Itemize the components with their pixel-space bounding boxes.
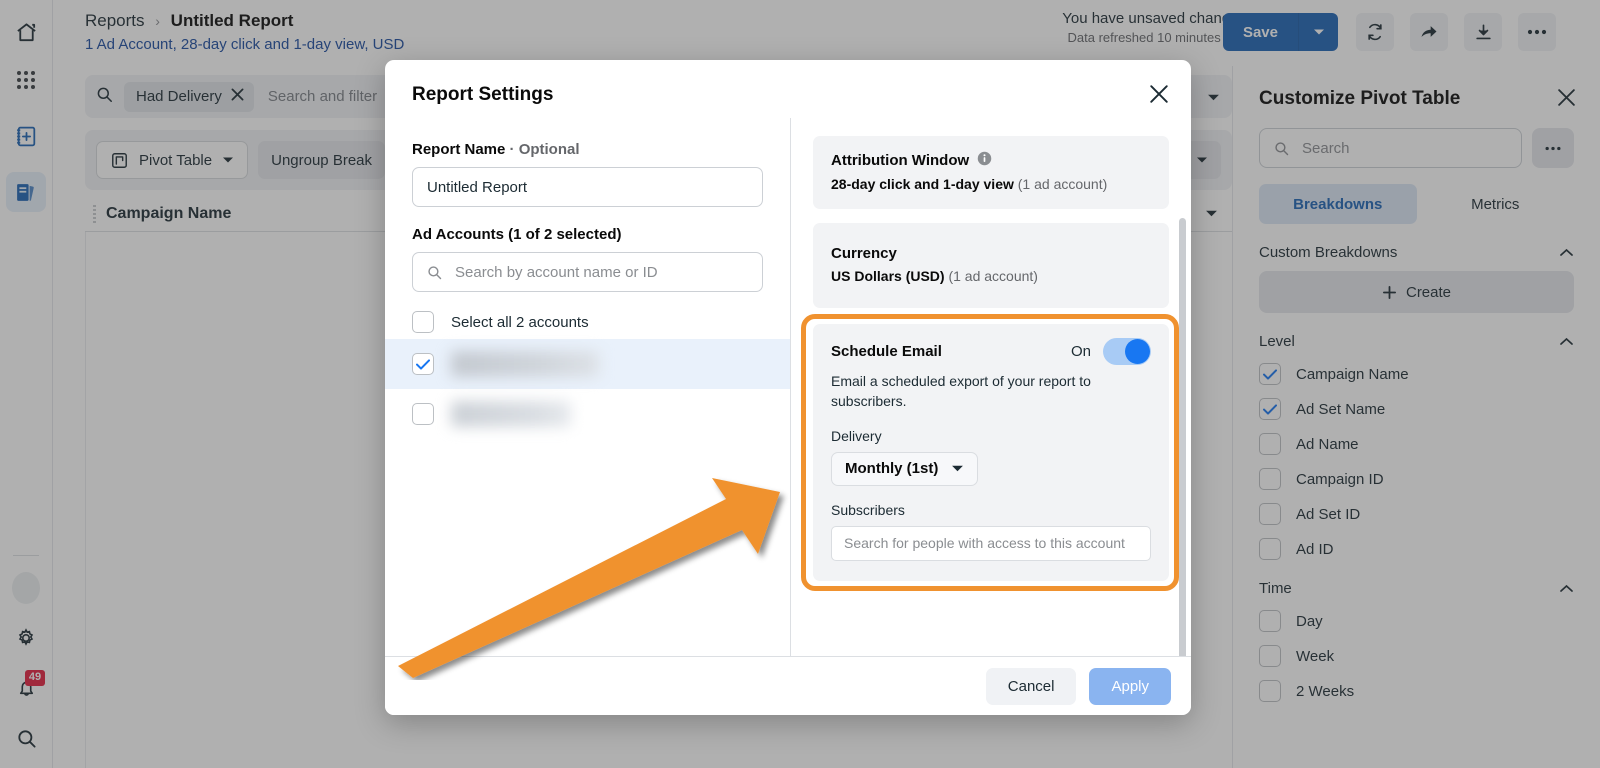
currency-card[interactable]: Currency US Dollars (USD) (1 ad account) xyxy=(813,223,1169,308)
schedule-email-title: Schedule Email xyxy=(831,343,942,360)
checkbox-checked[interactable] xyxy=(412,353,434,375)
report-name-label: Report Name · Optional xyxy=(412,141,763,158)
close-icon[interactable] xyxy=(1149,84,1169,109)
cancel-button[interactable]: Cancel xyxy=(985,667,1077,705)
schedule-email-card: Schedule Email On Email a scheduled expo… xyxy=(813,324,1169,581)
dialog-left-column: Report Name · Optional Untitled Report A… xyxy=(385,118,791,656)
delivery-label: Delivery xyxy=(831,427,882,444)
attribution-window-value: 28-day click and 1-day view (1 ad accoun… xyxy=(831,176,1151,192)
toggle-knob xyxy=(1125,339,1150,364)
subscribers-input[interactable]: Search for people with access to this ac… xyxy=(831,525,1151,561)
chevron-down-icon xyxy=(952,466,964,472)
dialog-footer: Cancel Apply xyxy=(385,656,1191,715)
schedule-email-toggle-state: On xyxy=(1070,343,1091,360)
search-icon xyxy=(428,265,442,279)
attribution-window-title: Attribution Window xyxy=(831,151,1151,170)
report-name-optional-text: · Optional xyxy=(509,141,580,158)
currency-title: Currency xyxy=(831,245,897,262)
dialog-right-column: Attribution Window 28-day click and 1-da… xyxy=(791,118,1191,715)
dialog-title: Report Settings xyxy=(412,84,554,105)
currency-value: US Dollars (USD) (1 ad account) xyxy=(831,268,1151,284)
subscribers-label: Subscribers xyxy=(831,501,905,518)
select-all-label: Select all 2 accounts xyxy=(451,313,589,331)
dialog-scrollbar[interactable] xyxy=(1179,218,1186,715)
schedule-email-header: Schedule Email On xyxy=(831,338,1151,365)
info-icon[interactable] xyxy=(977,151,992,170)
redacted-account-name xyxy=(451,401,571,427)
delivery-selected-value: Monthly (1st) xyxy=(845,460,939,478)
report-name-label-text: Report Name xyxy=(412,141,506,158)
currency-value-text: US Dollars (USD) xyxy=(831,268,945,284)
schedule-email-toggle[interactable] xyxy=(1103,338,1151,365)
attribution-value-text: 28-day click and 1-day view xyxy=(831,176,1014,192)
schedule-email-section: Schedule Email On Email a scheduled expo… xyxy=(801,314,1179,591)
select-all-accounts-row[interactable]: Select all 2 accounts xyxy=(412,311,763,333)
list-item[interactable] xyxy=(385,389,790,439)
apply-button: Apply xyxy=(1089,667,1171,705)
redacted-account-name xyxy=(451,351,599,377)
report-settings-dialog: Report Settings Report Name · Optional U… xyxy=(385,60,1191,715)
dialog-body: Report Name · Optional Untitled Report A… xyxy=(385,118,1191,715)
ad-accounts-label: Ad Accounts (1 of 2 selected) xyxy=(412,226,622,243)
attribution-title-text: Attribution Window xyxy=(831,152,970,169)
attribution-window-card[interactable]: Attribution Window 28-day click and 1-da… xyxy=(813,136,1169,209)
attribution-scope-text: (1 ad account) xyxy=(1017,176,1108,192)
schedule-email-description: Email a scheduled export of your report … xyxy=(831,373,1091,409)
ad-accounts-search-placeholder: Search by account name or ID xyxy=(455,263,658,281)
checkbox-unchecked[interactable] xyxy=(412,311,434,333)
checkbox-unchecked[interactable] xyxy=(412,403,434,425)
delivery-select[interactable]: Monthly (1st) xyxy=(831,451,979,486)
report-name-input[interactable]: Untitled Report xyxy=(412,167,763,207)
currency-scope-text: (1 ad account) xyxy=(948,268,1038,284)
ad-accounts-search-input[interactable]: Search by account name or ID xyxy=(412,252,763,292)
check-icon xyxy=(416,358,430,370)
list-item[interactable] xyxy=(385,339,790,389)
